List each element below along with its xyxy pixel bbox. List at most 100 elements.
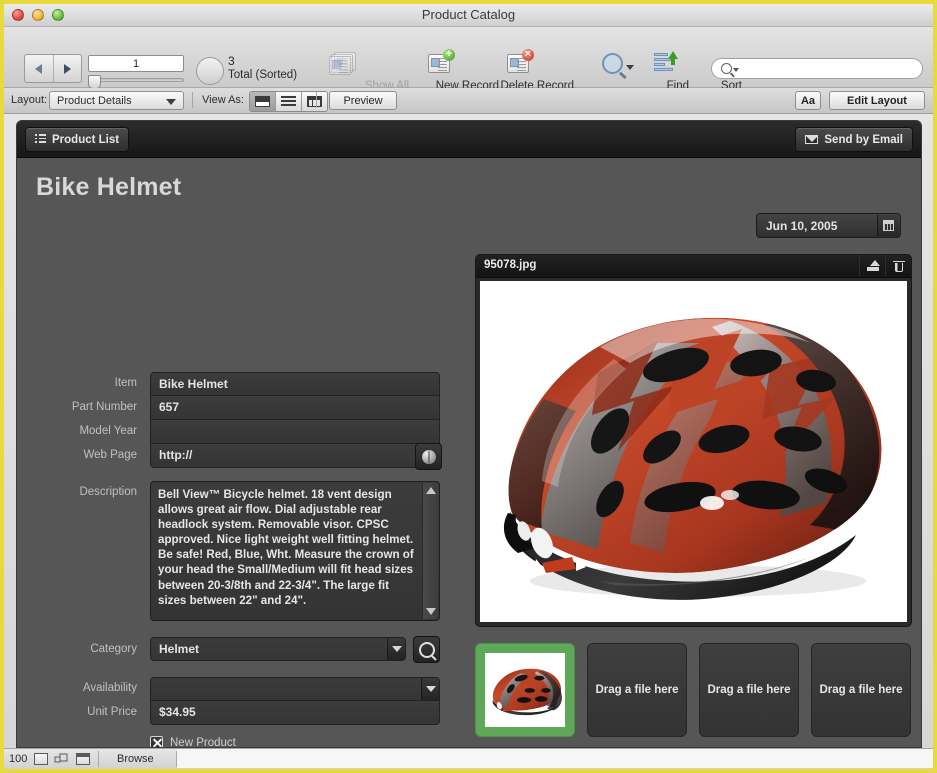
zoom-in-icon[interactable]	[54, 753, 68, 765]
triangle-left-icon	[35, 63, 43, 74]
layout-select[interactable]: Product Details	[49, 91, 184, 110]
magnifier-icon	[589, 49, 647, 77]
find-button[interactable]: Find	[589, 49, 689, 92]
globe-icon	[421, 449, 436, 464]
magnifier-icon	[418, 641, 435, 658]
delete-record-button[interactable]: × Delete Record	[474, 48, 574, 92]
export-icon	[866, 260, 880, 271]
chevron-down-icon	[166, 99, 176, 105]
category-label: Category	[90, 643, 137, 655]
search-box[interactable]	[711, 58, 923, 79]
zoom-out-icon[interactable]	[34, 753, 48, 765]
calendar-button[interactable]	[877, 215, 899, 236]
view-as-label: View As:	[202, 94, 244, 106]
layout-bar: Layout: Product Details View As: Preview…	[4, 88, 933, 114]
availability-dropdown-arrow[interactable]	[421, 678, 439, 700]
view-mode-form-button[interactable]	[250, 92, 276, 111]
delete-record-icon: ×	[474, 48, 562, 77]
table-view-icon	[307, 96, 322, 107]
drag-file-placeholder: Drag a file here	[595, 684, 679, 696]
image-header: 95078.jpg	[476, 255, 911, 278]
category-field[interactable]: Helmet	[150, 637, 406, 661]
send-by-email-button[interactable]: Send by Email	[795, 127, 913, 152]
view-mode-table-button[interactable]	[302, 92, 327, 111]
item-field[interactable]: Bike Helmet	[150, 372, 440, 396]
form-view-icon	[255, 96, 270, 107]
total-count: 3	[228, 54, 235, 68]
thumbnail-strip: Drag a file here Drag a file here Drag a…	[475, 643, 912, 743]
sort-ascending-icon	[642, 49, 686, 77]
record-number-field[interactable]: 1	[88, 55, 184, 72]
close-button[interactable]	[12, 9, 24, 21]
triangle-right-icon	[63, 63, 71, 74]
availability-field[interactable]	[150, 677, 440, 701]
zoom-button[interactable]	[52, 9, 64, 21]
description-label: Description	[79, 486, 137, 498]
record-navigation-book[interactable]	[24, 54, 82, 83]
text-format-button[interactable]: Aa	[795, 91, 821, 110]
edit-layout-button[interactable]: Edit Layout	[829, 91, 925, 110]
status-bar-blank-area	[177, 749, 933, 768]
part-number-value: 657	[159, 400, 180, 414]
new-product-checkbox[interactable]	[150, 736, 163, 747]
previous-record-button[interactable]	[25, 55, 54, 82]
record-content-pane: Product List Send by Email Bike Helmet J…	[16, 120, 922, 748]
envelope-icon	[805, 135, 819, 144]
model-year-field[interactable]	[150, 420, 440, 444]
chevron-down-icon	[626, 64, 634, 70]
zoom-level[interactable]: 100	[9, 753, 27, 765]
description-field[interactable]: Bell View™ Bicycle helmet. 18 vent desig…	[150, 481, 440, 621]
traffic-light-group	[12, 9, 64, 21]
product-list-label: Product List	[52, 133, 120, 146]
form-pane: Bike Helmet Jun 10, 2005 Item Bike Helme…	[17, 158, 921, 748]
category-dropdown-arrow[interactable]	[387, 638, 405, 660]
product-form: Item Bike Helmet Part Number 657 Model Y…	[17, 158, 457, 748]
description-scrollbar[interactable]	[422, 483, 438, 619]
record-navigation-bar: Product List Send by Email	[17, 121, 921, 158]
new-record-button[interactable]: + New Record	[399, 48, 499, 92]
preview-button[interactable]: Preview	[329, 91, 397, 110]
item-label: Item	[114, 377, 137, 389]
search-input[interactable]	[742, 61, 916, 78]
new-record-icon: +	[399, 48, 479, 77]
trash-icon	[892, 260, 905, 272]
pie-chart-indicator	[196, 57, 224, 85]
sort-button[interactable]: Sort	[642, 49, 742, 92]
application-window: Product Catalog 1 Records 3 Total (Sorte…	[4, 4, 933, 769]
show-all-button[interactable]: Show All	[309, 49, 409, 92]
thumbnail-item[interactable]: Drag a file here	[699, 643, 799, 737]
divider	[316, 92, 317, 108]
unit-price-field[interactable]: $34.95	[150, 701, 440, 725]
open-url-button[interactable]	[415, 443, 442, 470]
product-list-button[interactable]: Product List	[25, 127, 130, 152]
minimize-button[interactable]	[32, 9, 44, 21]
date-field[interactable]: Jun 10, 2005	[756, 213, 901, 238]
search-chevron-down-icon[interactable]	[733, 68, 739, 72]
thumbnail-item[interactable]: Drag a file here	[811, 643, 911, 737]
new-product-checkbox-row[interactable]: New Product	[150, 736, 236, 748]
send-by-email-label: Send by Email	[824, 133, 903, 146]
view-mode-list-button[interactable]	[276, 92, 302, 111]
delete-image-button[interactable]	[885, 255, 911, 276]
bike-helmet-thumbnail	[487, 663, 563, 717]
thumbnail-item[interactable]: Drag a file here	[587, 643, 687, 737]
new-product-label: New Product	[170, 736, 236, 748]
export-button[interactable]	[859, 255, 885, 276]
slider-knob[interactable]	[88, 75, 101, 89]
image-container-field[interactable]: 95078.jpg	[475, 254, 912, 627]
thumbnail-item[interactable]	[475, 643, 575, 737]
status-bar: 100 Browse	[4, 748, 933, 769]
scroll-down-icon[interactable]	[426, 608, 436, 615]
thumbnail-image	[485, 653, 565, 727]
description-value: Bell View™ Bicycle helmet. 18 vent desig…	[158, 488, 414, 607]
next-record-button[interactable]	[54, 55, 82, 82]
part-number-field[interactable]: 657	[150, 396, 440, 420]
scroll-up-icon[interactable]	[426, 487, 436, 494]
record-slider[interactable]	[88, 75, 184, 89]
status-toolbar-toggle-icon[interactable]	[76, 753, 90, 765]
zoom-in-glyph	[54, 753, 68, 763]
mode-label[interactable]: Browse	[117, 753, 154, 765]
web-page-field[interactable]: http://	[150, 444, 440, 468]
layout-label: Layout:	[11, 94, 48, 106]
category-search-button[interactable]	[413, 636, 440, 663]
